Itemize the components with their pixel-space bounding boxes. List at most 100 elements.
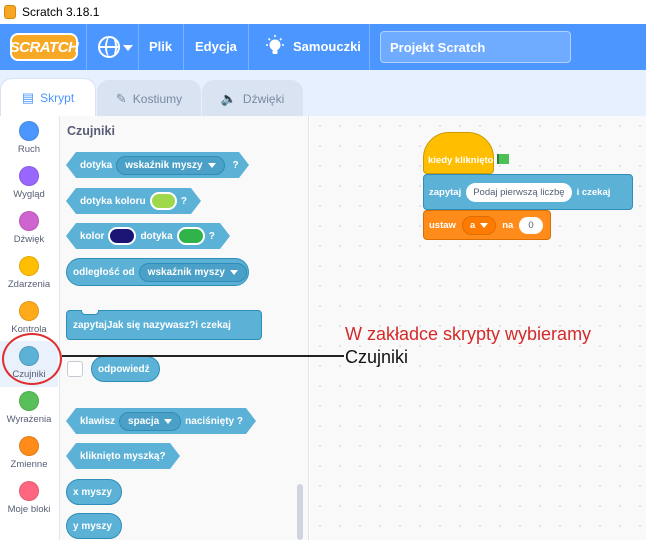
block-text: dotyka (80, 159, 113, 171)
category-variables[interactable]: Zmienne (0, 431, 58, 477)
annotation-text-line2: Czujniki (345, 347, 409, 367)
dropdown-value: wskaźnik myszy (125, 159, 203, 171)
dropdown-value: wskaźnik myszy (147, 266, 225, 278)
code-icon: ▤ (21, 89, 35, 105)
color-swatch[interactable] (108, 227, 136, 245)
menu-file[interactable]: Plik (149, 39, 172, 54)
window-title: Scratch 3.18.1 (22, 5, 100, 19)
category-events[interactable]: Zdarzenia (0, 251, 58, 297)
menu-separator (183, 24, 184, 70)
menu-bar: SCRATCH Plik Edycja Samouczki Projekt Sc… (0, 24, 646, 70)
block-answer[interactable]: odpowiedź (91, 356, 160, 382)
brush-icon: ✎ (115, 90, 127, 106)
chevron-down-icon (480, 222, 489, 228)
ask-input[interactable]: Jak się nazywasz? (107, 320, 195, 331)
block-text: x myszy (73, 486, 112, 498)
block-text: ? (232, 159, 239, 171)
tab-code-label: Skrypt (40, 90, 75, 105)
category-dot (19, 481, 39, 501)
menu-tutorials[interactable]: Samouczki (293, 39, 361, 54)
chevron-down-icon (208, 163, 216, 168)
block-text: i czekaj (576, 186, 611, 198)
block-mouse-down[interactable]: kliknięto myszką? (66, 443, 180, 469)
category-dot (19, 166, 39, 186)
block-text: kiedy kliknięto (428, 155, 494, 166)
menu-separator (369, 24, 370, 70)
block-text: ustaw (429, 219, 456, 231)
block-text: na (502, 219, 514, 231)
chevron-down-icon (229, 269, 238, 275)
block-color-touching-color[interactable]: kolor dotyka ? (66, 223, 230, 249)
distance-dropdown[interactable]: wskaźnik myszy (138, 262, 247, 282)
menu-separator (248, 24, 249, 70)
block-text: naciśnięty ? (185, 415, 243, 427)
block-text: ? (208, 230, 215, 242)
block-text: kolor (80, 230, 105, 242)
category-dot (19, 121, 39, 141)
chevron-down-icon[interactable] (123, 45, 133, 51)
globe-icon[interactable] (98, 36, 120, 58)
color-swatch[interactable] (177, 227, 205, 245)
scratch-logo[interactable]: SCRATCH (10, 33, 79, 61)
block-text: odpowiedź (98, 363, 150, 375)
menu-separator (138, 24, 139, 70)
block-text: zapytaj (73, 319, 107, 331)
tab-costumes[interactable]: ✎ Kostiumy (97, 80, 201, 116)
chevron-down-icon (164, 419, 172, 424)
block-ask-and-wait[interactable]: zapytaj Jak się nazywasz? i czekaj (66, 310, 262, 340)
green-flag-icon (497, 154, 510, 164)
category-label: Moje bloki (7, 504, 51, 515)
editor-tabs: ▤ Skrypt ✎ Kostiumy 🔈 Dźwięki (0, 70, 646, 116)
variable-dropdown[interactable]: a (461, 215, 497, 235)
key-dropdown[interactable]: spacja (119, 412, 181, 431)
block-text: zapytaj (429, 186, 462, 198)
answer-checkbox[interactable] (67, 361, 83, 377)
category-operators[interactable]: Wyrażenia (0, 386, 58, 432)
category-sound[interactable]: Dźwięk (0, 206, 58, 252)
block-touching[interactable]: dotyka wskaźnik myszy ? (66, 152, 249, 178)
category-label: Dźwięk (13, 234, 45, 245)
color-swatch[interactable] (150, 192, 177, 210)
category-dot (19, 436, 39, 456)
palette-section-title: Czujniki (67, 124, 115, 138)
scratch-window: Scratch 3.18.1 SCRATCH Plik Edycja Samou… (0, 0, 646, 540)
annotation-circle (2, 333, 62, 385)
script-ask-input[interactable]: Podaj pierwszą liczbę (466, 182, 572, 202)
category-my-blocks[interactable]: Moje bloki (0, 476, 58, 522)
block-text: klawisz (80, 415, 116, 427)
block-text: odległość od (73, 266, 135, 278)
palette-scrollbar[interactable] (297, 484, 303, 540)
project-title-input[interactable]: Projekt Scratch (380, 31, 571, 63)
set-value-input[interactable]: 0 (519, 216, 543, 234)
menu-edit[interactable]: Edycja (195, 39, 237, 54)
annotation-text-line1: W zakładce skrypty wybieramy (345, 324, 592, 344)
category-motion[interactable]: Ruch (0, 116, 58, 162)
category-dot (19, 301, 39, 321)
tab-sounds[interactable]: 🔈 Dźwięki (202, 80, 303, 116)
block-distance-to[interactable]: odległość od wskaźnik myszy (66, 258, 249, 286)
annotation-pointer-line (62, 355, 344, 357)
block-mouse-y[interactable]: y myszy (66, 513, 122, 539)
script-block-set-variable[interactable]: ustaw a na 0 (423, 210, 551, 240)
block-touching-color[interactable]: dotyka koloru ? (66, 188, 201, 214)
menu-separator (86, 24, 87, 70)
category-label: Zmienne (10, 459, 48, 470)
category-label: Wyrażenia (6, 414, 52, 425)
scratch-app-icon (4, 5, 16, 19)
speaker-icon: 🔈 (220, 90, 237, 106)
category-dot (19, 391, 39, 411)
category-menu: Ruch Wygląd Dźwięk Zdarzenia Kontrola Cz… (0, 116, 60, 540)
category-looks[interactable]: Wygląd (0, 161, 58, 207)
script-block-ask-and-wait[interactable]: zapytaj Podaj pierwszą liczbę i czekaj (423, 174, 633, 210)
block-key-pressed[interactable]: klawisz spacja naciśnięty ? (66, 408, 256, 434)
dropdown-value: spacja (128, 415, 160, 427)
tab-code[interactable]: ▤ Skrypt (0, 78, 96, 116)
lightbulb-icon[interactable] (263, 34, 287, 58)
touching-dropdown[interactable]: wskaźnik myszy (116, 156, 224, 175)
block-text: dotyka koloru (80, 195, 146, 207)
block-mouse-x[interactable]: x myszy (66, 479, 122, 505)
tab-sounds-label: Dźwięki (242, 91, 285, 106)
script-block-when-flag-clicked[interactable]: kiedy kliknięto (423, 132, 510, 174)
block-palette: Czujniki dotyka wskaźnik myszy ? dotyka … (60, 116, 309, 540)
block-text: y myszy (73, 520, 112, 532)
